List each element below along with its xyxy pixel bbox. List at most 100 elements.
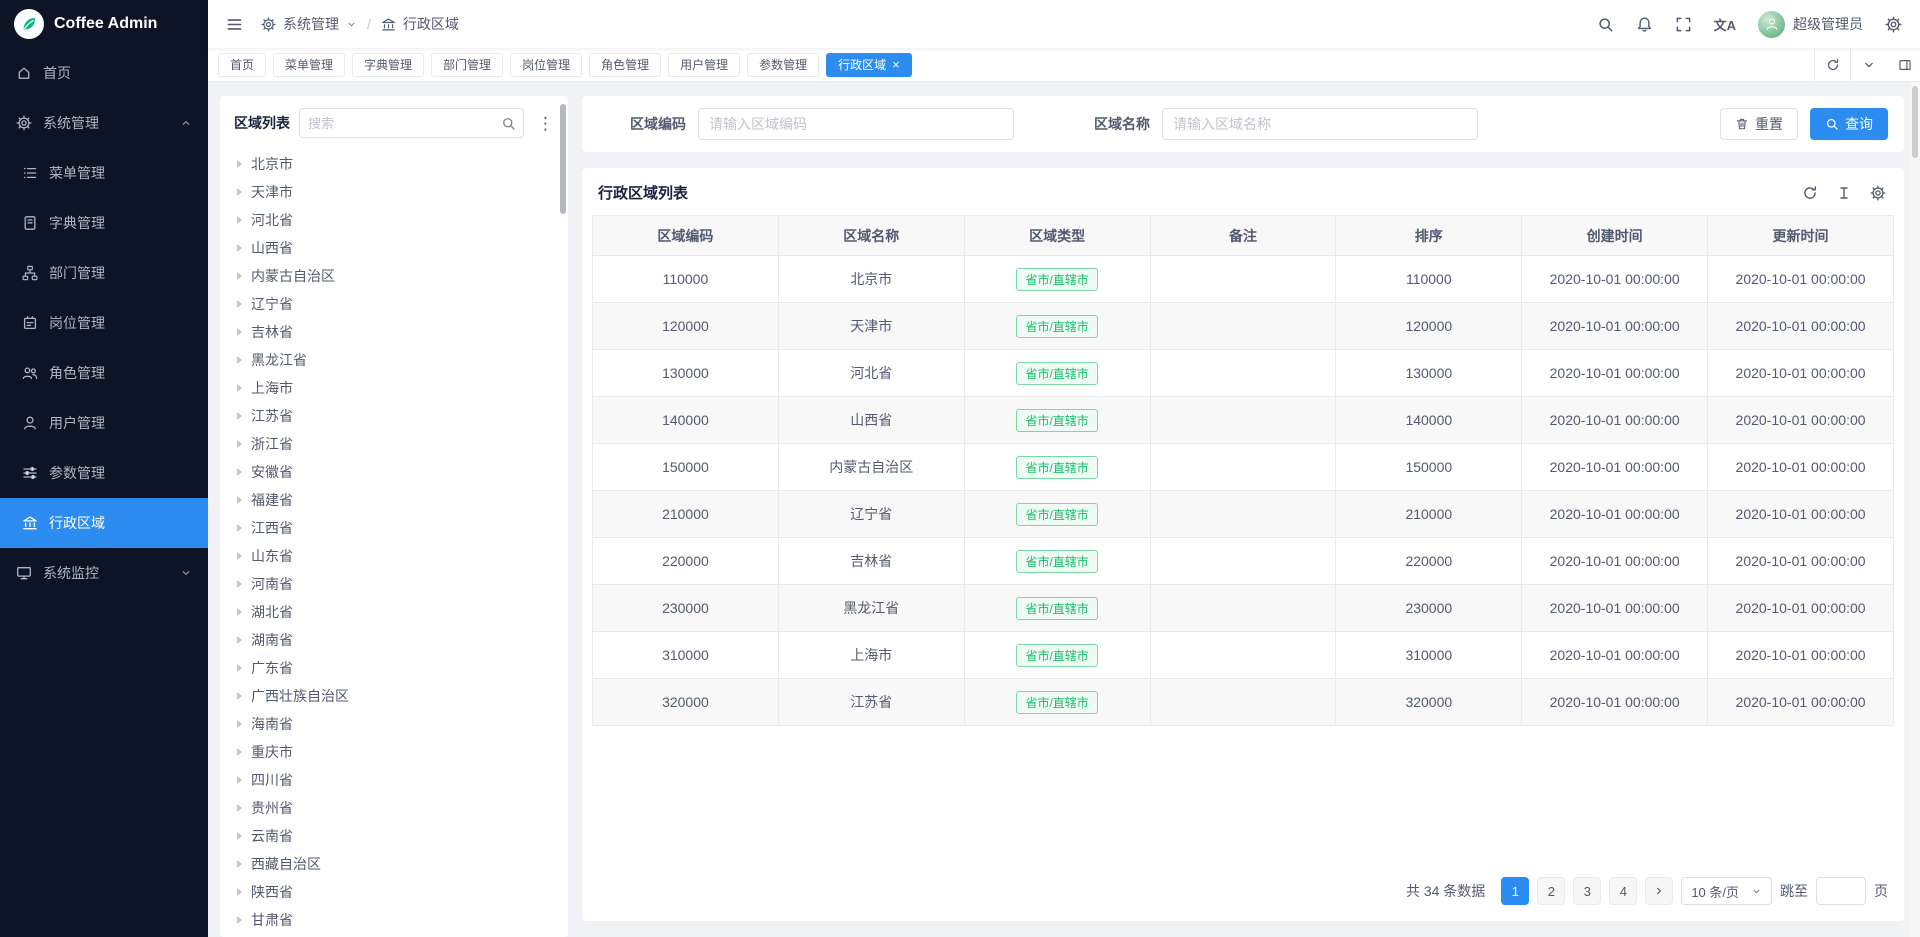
tree-item[interactable]: 河南省 (220, 570, 568, 598)
caret-right-icon[interactable] (237, 804, 242, 812)
tree-item[interactable]: 上海市 (220, 374, 568, 402)
tree-item[interactable]: 江西省 (220, 514, 568, 542)
jump-page-input[interactable] (1816, 877, 1866, 905)
caret-right-icon[interactable] (237, 160, 242, 168)
tree-item[interactable]: 吉林省 (220, 318, 568, 346)
sidebar-item-post-management[interactable]: 岗位管理 (0, 298, 208, 348)
refresh-table-icon[interactable] (1802, 185, 1818, 201)
tab-actions-chevron-down-icon[interactable] (1850, 48, 1886, 81)
tab-3[interactable]: 字典管理 (352, 53, 424, 77)
sidebar-item-user-management[interactable]: 用户管理 (0, 398, 208, 448)
tab-7[interactable]: 用户管理 (668, 53, 740, 77)
region-name-input[interactable] (1162, 108, 1478, 140)
tab-4[interactable]: 部门管理 (431, 53, 503, 77)
tree-item[interactable]: 陕西省 (220, 878, 568, 906)
search-icon[interactable] (501, 116, 516, 131)
tree-item[interactable]: 海南省 (220, 710, 568, 738)
caret-right-icon[interactable] (237, 720, 242, 728)
sidebar-item-role-management[interactable]: 角色管理 (0, 348, 208, 398)
caret-right-icon[interactable] (237, 496, 242, 504)
page-button-4[interactable]: 4 (1609, 877, 1637, 905)
table-settings-gear-icon[interactable] (1870, 185, 1886, 201)
caret-right-icon[interactable] (237, 776, 242, 784)
app-logo[interactable]: Coffee Admin (0, 0, 208, 48)
column-height-icon[interactable] (1836, 185, 1852, 201)
translate-icon[interactable]: 文A (1714, 15, 1736, 34)
collapse-sidebar-icon[interactable] (226, 16, 243, 33)
caret-right-icon[interactable] (237, 468, 242, 476)
tree-item[interactable]: 四川省 (220, 766, 568, 794)
tree-item[interactable]: 湖南省 (220, 626, 568, 654)
search-button[interactable]: 查询 (1810, 108, 1888, 140)
caret-right-icon[interactable] (237, 888, 242, 896)
caret-right-icon[interactable] (237, 748, 242, 756)
next-page-button[interactable] (1645, 877, 1673, 905)
refresh-tabs-icon[interactable] (1814, 48, 1850, 81)
tree-item[interactable]: 黑龙江省 (220, 346, 568, 374)
caret-right-icon[interactable] (237, 524, 242, 532)
reset-button[interactable]: 重置 (1720, 108, 1798, 140)
caret-right-icon[interactable] (237, 860, 242, 868)
tree-scrollbar[interactable] (560, 104, 566, 214)
caret-right-icon[interactable] (237, 664, 242, 672)
region-code-input[interactable] (698, 108, 1014, 140)
tree-item[interactable]: 云南省 (220, 822, 568, 850)
search-icon[interactable] (1597, 16, 1614, 33)
tree-item[interactable]: 江苏省 (220, 402, 568, 430)
content-layout-icon[interactable] (1890, 48, 1920, 81)
user-menu[interactable]: 超级管理员 (1758, 11, 1863, 38)
tab-6[interactable]: 角色管理 (589, 53, 661, 77)
sidebar-item-dict-management[interactable]: 字典管理 (0, 198, 208, 248)
tree-item[interactable]: 天津市 (220, 178, 568, 206)
caret-right-icon[interactable] (237, 608, 242, 616)
caret-right-icon[interactable] (237, 356, 242, 364)
page-button-2[interactable]: 2 (1537, 877, 1565, 905)
tree-item[interactable]: 安徽省 (220, 458, 568, 486)
tree-item[interactable]: 山西省 (220, 234, 568, 262)
caret-right-icon[interactable] (237, 188, 242, 196)
tree-item[interactable]: 内蒙古自治区 (220, 262, 568, 290)
page-scrollbar[interactable] (1910, 82, 1920, 937)
tree-item[interactable]: 广东省 (220, 654, 568, 682)
page-size-select[interactable]: 10 条/页 (1681, 877, 1772, 905)
more-options-icon[interactable]: ⋮ (533, 115, 558, 132)
tree-item[interactable]: 辽宁省 (220, 290, 568, 318)
tree-item[interactable]: 福建省 (220, 486, 568, 514)
caret-right-icon[interactable] (237, 384, 242, 392)
caret-right-icon[interactable] (237, 692, 242, 700)
fullscreen-icon[interactable] (1675, 16, 1692, 33)
caret-right-icon[interactable] (237, 216, 242, 224)
tab-1[interactable]: 首页 (218, 53, 266, 77)
tree-item[interactable]: 贵州省 (220, 794, 568, 822)
tab-8[interactable]: 参数管理 (747, 53, 819, 77)
tree-item[interactable]: 北京市 (220, 150, 568, 178)
sidebar-item-dept-management[interactable]: 部门管理 (0, 248, 208, 298)
sidebar-group-system-monitor[interactable]: 系统监控 (0, 548, 208, 598)
page-button-3[interactable]: 3 (1573, 877, 1601, 905)
sidebar-item-param-management[interactable]: 参数管理 (0, 448, 208, 498)
caret-right-icon[interactable] (237, 916, 242, 924)
tree-item[interactable]: 山东省 (220, 542, 568, 570)
page-button-1[interactable]: 1 (1501, 877, 1529, 905)
sidebar-item-region[interactable]: 行政区域 (0, 498, 208, 548)
caret-right-icon[interactable] (237, 412, 242, 420)
caret-right-icon[interactable] (237, 580, 242, 588)
tree-item[interactable]: 广西壮族自治区 (220, 682, 568, 710)
tab-9[interactable]: 行政区域× (826, 53, 912, 77)
caret-right-icon[interactable] (237, 328, 242, 336)
caret-right-icon[interactable] (237, 300, 242, 308)
tab-2[interactable]: 菜单管理 (273, 53, 345, 77)
notification-bell-icon[interactable] (1636, 16, 1653, 33)
caret-right-icon[interactable] (237, 244, 242, 252)
caret-right-icon[interactable] (237, 636, 242, 644)
tree-item[interactable]: 甘肃省 (220, 906, 568, 934)
tree-item[interactable]: 湖北省 (220, 598, 568, 626)
settings-gear-icon[interactable] (1885, 16, 1902, 33)
sidebar-item-menu-management[interactable]: 菜单管理 (0, 148, 208, 198)
tree-item[interactable]: 浙江省 (220, 430, 568, 458)
tab-5[interactable]: 岗位管理 (510, 53, 582, 77)
tree-search-input[interactable] (299, 108, 524, 138)
tree-item[interactable]: 西藏自治区 (220, 850, 568, 878)
sidebar-group-system-management[interactable]: 系统管理 (0, 98, 208, 148)
caret-right-icon[interactable] (237, 440, 242, 448)
